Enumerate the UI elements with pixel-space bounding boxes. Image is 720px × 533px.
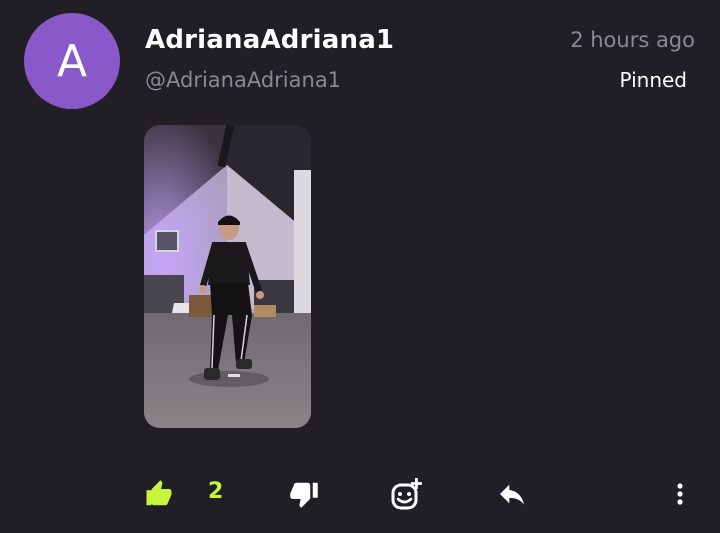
video-thumbnail[interactable] [144, 125, 311, 428]
avatar-letter: A [56, 35, 88, 87]
pinned-label: Pinned [619, 68, 687, 92]
reply-button[interactable] [496, 472, 530, 516]
avatar[interactable]: A [24, 13, 120, 109]
more-vertical-icon [677, 483, 683, 505]
like-button[interactable] [144, 472, 176, 516]
reply-icon [500, 484, 524, 505]
add-reaction-button[interactable] [389, 472, 427, 516]
display-name[interactable]: AdrianaAdriana1 [145, 25, 394, 55]
user-handle[interactable]: @AdrianaAdriana1 [145, 68, 341, 92]
video-frame-image [144, 125, 311, 428]
post-timestamp: 2 hours ago [570, 28, 695, 52]
like-count: 2 [208, 479, 224, 504]
add-reaction-icon [391, 478, 422, 510]
thumbs-down-icon [290, 482, 318, 508]
action-bar: 2 [0, 472, 720, 516]
thumbs-up-icon [146, 480, 172, 506]
dislike-button[interactable] [289, 472, 321, 516]
more-options-button[interactable] [668, 472, 692, 516]
